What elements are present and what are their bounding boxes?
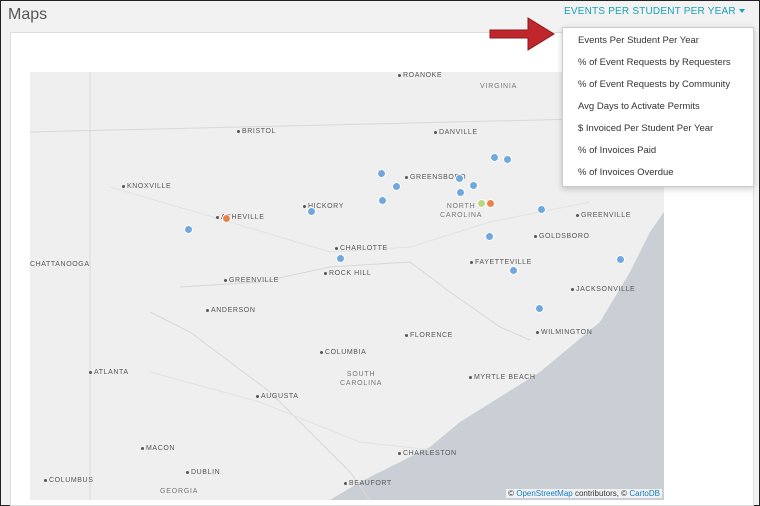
menu-item-invoiced-per-student[interactable]: $ Invoiced Per Student Per Year bbox=[563, 118, 753, 140]
state-border-sc-ga bbox=[149, 311, 371, 500]
data-point-marker[interactable] bbox=[503, 155, 512, 164]
data-point-marker[interactable] bbox=[184, 225, 193, 234]
metric-dropdown-toggle[interactable]: EVENTS PER STUDENT PER YEAR bbox=[564, 6, 745, 17]
metric-dropdown-menu: Events Per Student Per Year % of Event R… bbox=[562, 27, 754, 187]
place-label: KNOXVILLE bbox=[122, 183, 171, 190]
place-label: DUBLIN bbox=[186, 469, 220, 476]
place-label: CHARLESTON bbox=[398, 450, 457, 457]
place-label: BEAUFORT bbox=[344, 480, 392, 487]
place-label: COLUMBIA bbox=[320, 349, 366, 356]
data-point-marker[interactable] bbox=[616, 255, 625, 264]
menu-item-requests-by-community[interactable]: % of Event Requests by Community bbox=[563, 74, 753, 96]
data-point-marker[interactable] bbox=[485, 232, 494, 241]
place-label: ATLANTA bbox=[89, 369, 129, 376]
menu-item-requests-by-requesters[interactable]: % of Event Requests by Requesters bbox=[563, 52, 753, 74]
place-label: ROANOKE bbox=[398, 72, 442, 79]
page-title: Maps bbox=[8, 6, 48, 23]
place-label: GREENVILLE bbox=[224, 277, 279, 284]
data-point-marker[interactable] bbox=[378, 196, 387, 205]
cartodb-link[interactable]: CartoDB bbox=[629, 489, 660, 498]
data-point-marker[interactable] bbox=[456, 188, 465, 197]
menu-item-invoices-paid[interactable]: % of Invoices Paid bbox=[563, 140, 753, 162]
data-point-marker[interactable] bbox=[486, 199, 495, 208]
menu-item-events-per-student[interactable]: Events Per Student Per Year bbox=[563, 30, 753, 52]
road bbox=[149, 371, 451, 453]
region-label: SOUTH CAROLINA bbox=[340, 371, 383, 387]
data-point-marker[interactable] bbox=[455, 174, 464, 183]
road bbox=[109, 186, 591, 253]
place-label: AUGUSTA bbox=[256, 393, 299, 400]
place-label: ANDERSON bbox=[206, 307, 255, 314]
region-label: VIRGINIA bbox=[480, 83, 518, 90]
place-label: CHATTANOOGA bbox=[30, 261, 90, 268]
openstreetmap-link[interactable]: OpenStreetMap bbox=[516, 489, 572, 498]
region-label: GEORGIA bbox=[160, 488, 199, 495]
place-label: WILMINGTON bbox=[536, 329, 592, 336]
data-point-marker[interactable] bbox=[490, 153, 499, 162]
place-label: FAYETTEVILLE bbox=[470, 259, 532, 266]
data-point-marker[interactable] bbox=[392, 182, 401, 191]
data-point-marker[interactable] bbox=[535, 304, 544, 313]
caret-down-icon bbox=[738, 9, 745, 14]
red-arrow-icon bbox=[489, 17, 555, 51]
data-point-marker[interactable] bbox=[336, 254, 345, 263]
data-point-marker[interactable] bbox=[222, 214, 231, 223]
menu-item-invoices-overdue[interactable]: % of Invoices Overdue bbox=[563, 162, 753, 184]
region-label: NORTH CAROLINA bbox=[440, 203, 483, 219]
place-label: BRISTOL bbox=[237, 128, 276, 135]
place-label: JACKSONVILLE bbox=[571, 286, 635, 293]
data-point-marker[interactable] bbox=[307, 207, 316, 216]
place-label: MYRTLE BEACH bbox=[469, 374, 536, 381]
map-attribution: © OpenStreetMap contributors, © CartoDB bbox=[506, 489, 662, 498]
data-point-marker[interactable] bbox=[509, 266, 518, 275]
data-point-marker[interactable] bbox=[477, 199, 486, 208]
place-label: DANVILLE bbox=[434, 129, 478, 136]
data-point-marker[interactable] bbox=[377, 169, 386, 178]
place-label: FLORENCE bbox=[405, 332, 453, 339]
place-label: MACON bbox=[141, 445, 175, 452]
place-label: ROCK HILL bbox=[324, 270, 371, 277]
place-label: COLUMBUS bbox=[44, 477, 93, 484]
place-label: CHARLOTTE bbox=[335, 245, 388, 252]
menu-item-avg-days-activate[interactable]: Avg Days to Activate Permits bbox=[563, 96, 753, 118]
data-point-marker[interactable] bbox=[537, 205, 546, 214]
data-point-marker[interactable] bbox=[469, 181, 478, 190]
place-label: GOLDSBORO bbox=[534, 233, 590, 240]
place-label: GREENVILLE bbox=[576, 212, 631, 219]
